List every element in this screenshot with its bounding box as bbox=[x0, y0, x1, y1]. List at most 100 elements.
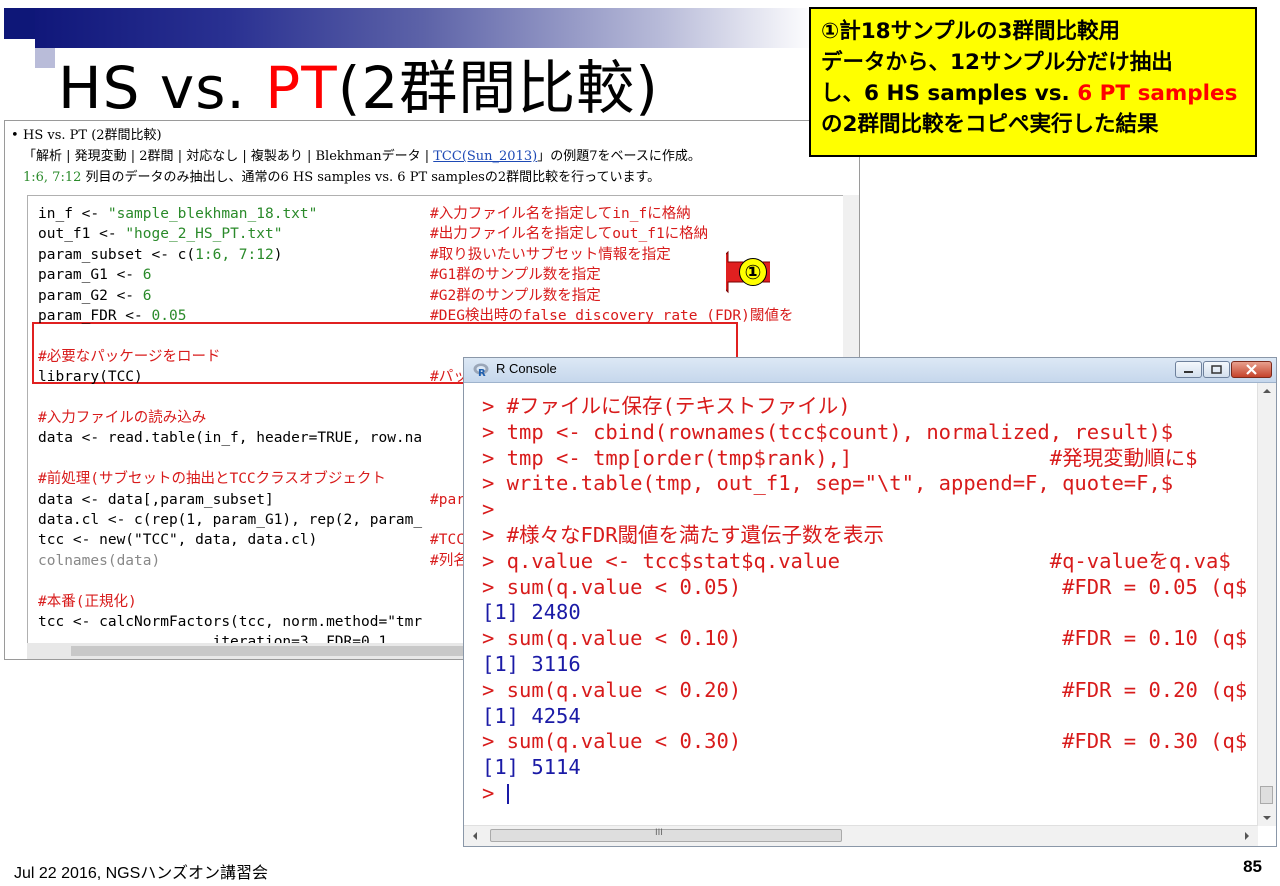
code-line: param_FDR <- 0.05 bbox=[38, 307, 186, 325]
code-text: out_f1 <- bbox=[38, 226, 126, 243]
section-heading: HS vs. PT (2群間比較) bbox=[23, 128, 162, 143]
code-comment: #TCC bbox=[430, 532, 465, 549]
code-line: param_G2 <- 6 bbox=[38, 287, 152, 305]
console-command-line: > bbox=[482, 497, 495, 522]
code-comment: #入力ファイルの読み込み bbox=[38, 410, 207, 426]
code-line: param_subset <- c(1:6, 7:12) bbox=[38, 246, 282, 264]
column-range: 1:6, 7:12 bbox=[23, 170, 82, 185]
code-line: tcc <- new("TCC", data, data.cl) bbox=[38, 531, 317, 549]
callout-box: ①計18サンプルの3群間比較用 データから、12サンプル分だけ抽出 し、6 HS… bbox=[809, 7, 1257, 157]
code-line: param_G1 <- 6 bbox=[38, 266, 152, 284]
title-prefix: HS vs. bbox=[58, 54, 266, 122]
code-comment: #本番(正規化) bbox=[38, 593, 137, 610]
code-line: #入力ファイルの読み込み bbox=[38, 409, 206, 427]
code-comment: #必要なパッケージをロード bbox=[38, 348, 221, 365]
callout-line-3a: し、6 HS samples vs. bbox=[821, 81, 1078, 106]
close-button[interactable] bbox=[1231, 361, 1272, 378]
decor-square-1 bbox=[4, 8, 35, 39]
console-hscroll-thumb[interactable]: III bbox=[490, 828, 842, 842]
code-text: ) bbox=[273, 246, 283, 263]
code-text: param_FDR <- bbox=[38, 308, 152, 324]
code-text: tcc <- new("TCC", data, data.cl) bbox=[38, 532, 318, 549]
console-result-line: [1] 4254 bbox=[482, 703, 581, 728]
minimize-button[interactable] bbox=[1175, 361, 1202, 378]
code-text: data <- read.table(in_f, header=TRUE, ro… bbox=[38, 430, 423, 447]
code-line: data <- data[,param_subset] bbox=[38, 491, 274, 509]
thumb-grip: III bbox=[655, 828, 663, 838]
console-command-line: > tmp <- tmp[order(tmp$rank),] #発現変動順に$ bbox=[482, 445, 1198, 470]
callout-line-4: の2群間比較をコピペ実行した結果 bbox=[821, 112, 1159, 137]
code-comment: #入力ファイル名を指定してin_fに格納 bbox=[430, 206, 691, 222]
code-literal: 6 bbox=[142, 287, 152, 304]
callout-line-2: データから、12サンプル分だけ抽出 bbox=[821, 50, 1173, 75]
code-line: #前処理(サブセットの抽出とTCCクラスオブジェクト bbox=[38, 470, 386, 488]
console-vertical-scrollbar[interactable] bbox=[1257, 383, 1276, 826]
code-line: #必要なパッケージをロード bbox=[38, 348, 220, 366]
console-command-line: > #ファイルに保存(テキストファイル) bbox=[482, 394, 851, 418]
desc-text-1b: 」の例題7をベースに作成。 bbox=[537, 149, 701, 164]
console-command-line: > sum(q.value < 0.20) #FDR = 0.20 (q$ bbox=[482, 677, 1248, 702]
r-console-window[interactable]: R R Console > #ファイルに保存(テキストファイル) > tmp <-… bbox=[463, 357, 1277, 847]
console-result-line: [1] 2480 bbox=[482, 600, 581, 625]
title-gradient-bar bbox=[35, 8, 815, 48]
panel-header: • HS vs. PT (2群間比較) 「解析 | 発現変動 | 2群間 | 対応… bbox=[11, 125, 841, 188]
code-text: tcc <- calcNormFactors(tcc, norm.method=… bbox=[38, 614, 423, 630]
code-text: data <- data[,param_subset] bbox=[38, 491, 274, 508]
console-command-line: > tmp <- cbind(rownames(tcc$count), norm… bbox=[482, 419, 1174, 444]
scroll-left-icon[interactable] bbox=[468, 827, 482, 845]
tcc-link[interactable]: TCC(Sun_2013) bbox=[433, 149, 537, 164]
close-icon bbox=[1246, 364, 1257, 375]
scroll-up-icon[interactable] bbox=[1258, 385, 1276, 397]
desc-text-2: 列目のデータのみ抽出し、通常の6 HS samples vs. 6 PT sam… bbox=[81, 170, 661, 185]
console-title: R Console bbox=[496, 361, 557, 376]
code-text: param_subset <- c( bbox=[38, 246, 196, 263]
code-line: tcc <- calcNormFactors(tcc, norm.method=… bbox=[38, 613, 422, 631]
code-text: in_f <- bbox=[38, 206, 108, 222]
code-line: out_f1 <- "hoge_2_HS_PT.txt" bbox=[38, 225, 282, 243]
callout-line-3-highlight: 6 PT samples bbox=[1077, 81, 1238, 106]
code-literal: "sample_blekhman_18.txt" bbox=[107, 206, 318, 222]
desc-text-1: 「解析 | 発現変動 | 2群間 | 対応なし | 複製あり | Blekhma… bbox=[23, 149, 434, 164]
code-literal: 0.05 bbox=[151, 308, 187, 324]
console-prompt[interactable]: > bbox=[482, 780, 509, 806]
code-comment: #出力ファイル名を指定してout_f1に格納 bbox=[430, 226, 709, 243]
code-literal: "hoge_2_HS_PT.txt" bbox=[125, 226, 283, 243]
svg-text:R: R bbox=[478, 368, 486, 377]
scroll-right-icon[interactable] bbox=[1240, 827, 1254, 845]
title-highlight: PT bbox=[265, 54, 338, 122]
console-titlebar[interactable]: R R Console bbox=[464, 358, 1276, 383]
console-horizontal-scrollbar[interactable]: III bbox=[464, 825, 1258, 846]
code-comment: #G1群のサンプル数を指定 bbox=[430, 267, 601, 284]
code-line: data.cl <- c(rep(1, param_G1), rep(2, pa… bbox=[38, 511, 422, 529]
code-line: library(TCC) bbox=[38, 368, 143, 386]
code-comment: #G2群のサンプル数を指定 bbox=[430, 287, 601, 304]
code-line: colnames(data) bbox=[38, 552, 160, 570]
title-suffix: (2群間比較) bbox=[337, 54, 659, 122]
footer-date-event: Jul 22 2016, NGSハンズオン講習会 bbox=[14, 865, 268, 882]
console-command-line: > sum(q.value < 0.30) #FDR = 0.30 (q$ bbox=[482, 729, 1248, 754]
code-dim: colnames(data) bbox=[38, 552, 161, 569]
maximize-icon bbox=[1211, 365, 1222, 374]
code-literal: 1:6, 7:12 bbox=[195, 246, 274, 263]
code-line: in_f <- "sample_blekhman_18.txt" bbox=[38, 205, 317, 223]
slide-title: HS vs. PT(2群間比較) bbox=[58, 52, 659, 124]
console-output[interactable]: > #ファイルに保存(テキストファイル) > tmp <- cbind(rowna… bbox=[464, 383, 1258, 826]
minimize-icon bbox=[1184, 371, 1193, 373]
console-scroll-thumb[interactable] bbox=[1260, 786, 1273, 804]
code-comment: #前処理(サブセットの抽出とTCCクラスオブジェクト bbox=[38, 471, 386, 488]
console-result-line: [1] 3116 bbox=[482, 652, 581, 676]
marker-circle: ① bbox=[739, 258, 767, 286]
code-line: #本番(正規化) bbox=[38, 593, 137, 611]
scroll-down-icon[interactable] bbox=[1258, 812, 1276, 824]
code-comment: #取り扱いたいサブセット情報を指定 bbox=[430, 246, 671, 263]
page-number: 85 bbox=[1243, 857, 1262, 876]
text-cursor bbox=[506, 784, 509, 804]
code-text: library(TCC) bbox=[38, 369, 143, 386]
maximize-button[interactable] bbox=[1203, 361, 1230, 378]
bullet: • bbox=[11, 128, 19, 143]
console-command-line: > q.value <- tcc$stat$q.value #q-valueをq… bbox=[482, 548, 1231, 573]
console-command-line: > sum(q.value < 0.10) #FDR = 0.10 (q$ bbox=[482, 626, 1248, 651]
code-line: data <- read.table(in_f, header=TRUE, ro… bbox=[38, 429, 422, 447]
console-command-line: > sum(q.value < 0.05) #FDR = 0.05 (q$ bbox=[482, 574, 1248, 599]
decor-square-4 bbox=[35, 48, 55, 68]
